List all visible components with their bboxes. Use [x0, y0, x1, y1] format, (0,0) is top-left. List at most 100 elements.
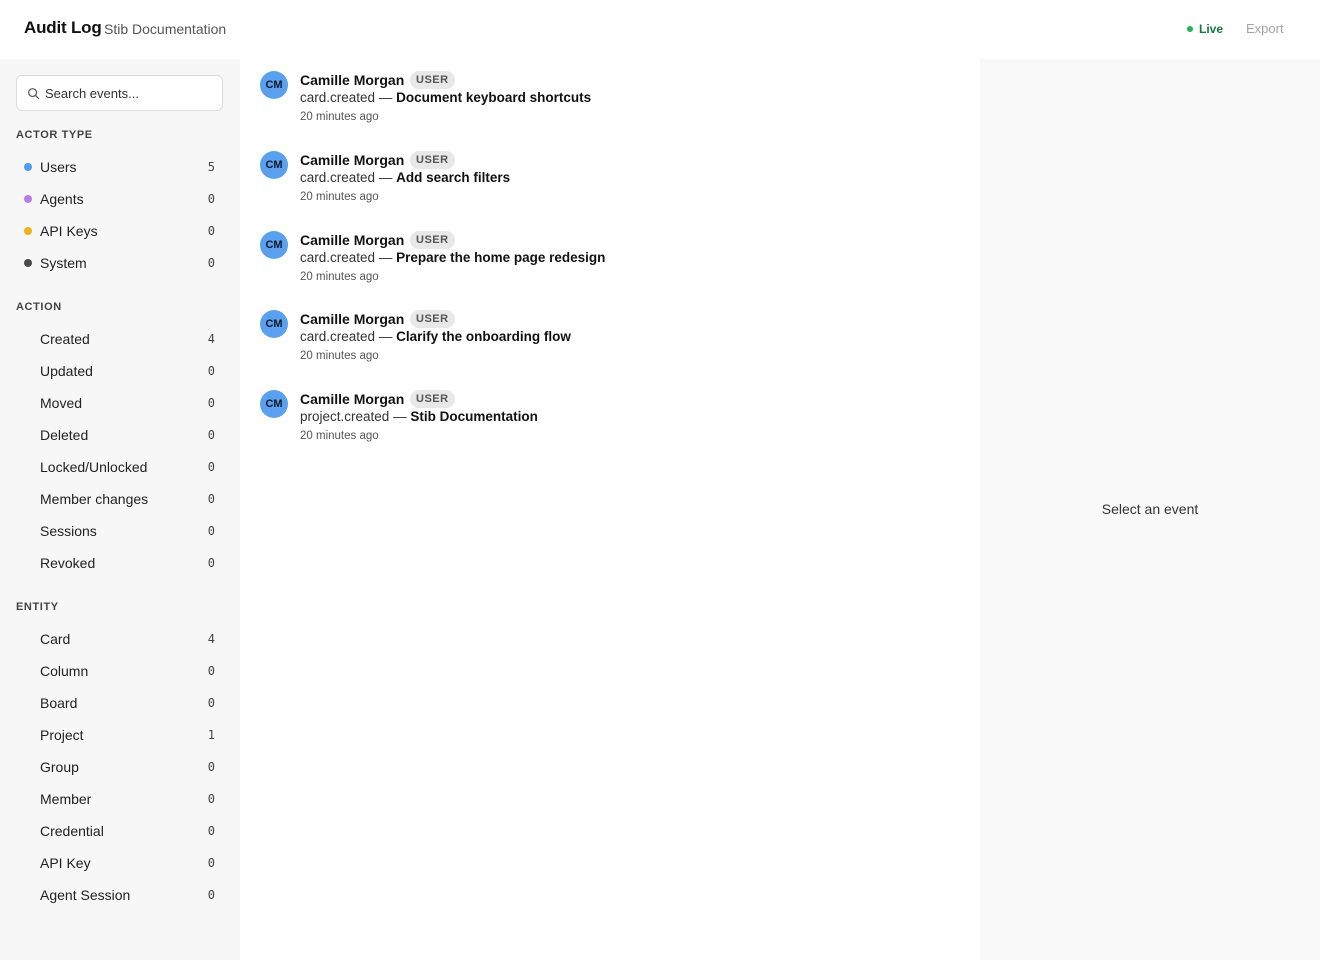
empty-state-text: Select an event	[1101, 501, 1199, 517]
search-input[interactable]	[45, 77, 215, 109]
filter-item-count: 0	[207, 460, 215, 474]
search-box[interactable]	[16, 75, 223, 111]
export-button[interactable]: Export	[1246, 21, 1284, 36]
filter-item-count: 0	[207, 696, 215, 710]
color-dot-icon	[24, 163, 32, 171]
filter-item-label: Deleted	[40, 427, 89, 443]
event-row[interactable]: CM Camille Morgan USER project.created — St…	[240, 378, 980, 458]
live-dot-icon	[1187, 26, 1193, 32]
filter-item-created[interactable]: Created 4	[16, 325, 223, 353]
event-action: card.created	[300, 329, 376, 345]
app-header: Audit Log Stib Documentation Live Export	[0, 0, 1320, 59]
page-title: Audit Log	[24, 18, 102, 37]
actor-type-badge: USER	[410, 390, 455, 408]
filter-item-moved[interactable]: Moved 0	[16, 389, 223, 417]
actor-name: Camille Morgan	[300, 151, 405, 168]
filter-item-count: 0	[207, 856, 215, 870]
filter-item-count: 0	[207, 256, 215, 270]
event-description: card.created — Document keyboard shortcu…	[300, 90, 591, 105]
filter-item-label: Card	[40, 631, 71, 647]
filter-item-count: 0	[207, 192, 215, 206]
event-timestamp: 20 minutes ago	[300, 430, 379, 442]
event-description: card.created — Clarify the onboarding fl…	[300, 329, 571, 344]
color-dot-icon	[24, 195, 32, 203]
event-separator: —	[378, 329, 393, 345]
actor-name: Camille Morgan	[300, 391, 405, 407]
event-target: Clarify the onboarding flow	[396, 329, 571, 345]
filter-item-api-keys[interactable]: API Keys 0	[16, 217, 223, 245]
filter-item-revoked[interactable]: Revoked 0	[16, 549, 223, 577]
filter-item-count: 0	[207, 792, 215, 806]
avatar: CM	[260, 150, 288, 179]
event-row[interactable]: CM Camille Morgan USER card.created — Docum…	[240, 59, 980, 139]
filter-item-deleted[interactable]: Deleted 0	[16, 421, 223, 449]
filter-item-column[interactable]: Column 0	[16, 657, 223, 685]
event-action: project.created	[300, 409, 390, 424]
filter-item-count: 0	[207, 524, 215, 538]
event-action: card.created	[300, 90, 376, 105]
filter-item-label: Users	[40, 159, 77, 175]
actor-type-badge: USER	[410, 150, 455, 169]
actor-type-badge: USER	[410, 71, 455, 89]
filter-item-count: 0	[207, 824, 215, 838]
filter-item-group[interactable]: Group 0	[16, 753, 223, 781]
filter-item-agent-session[interactable]: Agent Session 0	[16, 881, 223, 909]
event-target: Document keyboard shortcuts	[396, 90, 592, 105]
event-description: card.created — Prepare the home page red…	[300, 250, 605, 265]
actor-type-badge: USER	[410, 230, 455, 249]
filter-item-count: 1	[207, 728, 215, 742]
filter-item-agents[interactable]: Agents 0	[16, 185, 223, 213]
event-separator: —	[378, 169, 393, 185]
filter-item-label: Member changes	[40, 491, 149, 507]
event-action: card.created	[300, 169, 376, 185]
filter-item-member-changes[interactable]: Member changes 0	[16, 485, 223, 513]
event-description: project.created — Stib Documentation	[300, 409, 538, 424]
filter-item-label: Agents	[40, 191, 84, 207]
event-separator: —	[393, 409, 407, 424]
filter-item-users[interactable]: Users 5	[16, 153, 223, 181]
filter-item-count: 4	[207, 332, 215, 346]
color-dot-icon	[24, 227, 32, 235]
event-timestamp: 20 minutes ago	[300, 111, 379, 123]
filter-item-count: 5	[207, 160, 215, 174]
filter-item-count: 0	[207, 556, 215, 570]
actor-name: Camille Morgan	[300, 72, 405, 88]
filter-item-system[interactable]: System 0	[16, 249, 223, 277]
avatar: CM	[260, 71, 288, 99]
event-timestamp: 20 minutes ago	[300, 270, 379, 283]
event-target: Prepare the home page redesign	[396, 249, 606, 265]
filter-item-label: Updated	[40, 363, 93, 379]
filter-item-count: 0	[207, 760, 215, 774]
filter-item-label: API Keys	[40, 223, 98, 239]
event-row[interactable]: CM Camille Morgan USER card.created — Prepa…	[240, 219, 980, 299]
filter-sidebar: ACTOR TYPE Users 5 Agents 0 API Keys 0 System 0…	[0, 59, 240, 960]
filter-item-card[interactable]: Card 4	[16, 625, 223, 653]
avatar: CM	[260, 230, 288, 259]
filter-item-label: Group	[40, 759, 79, 775]
filter-item-label: API Key	[40, 855, 91, 871]
live-indicator: Live	[1187, 22, 1223, 36]
filter-item-updated[interactable]: Updated 0	[16, 357, 223, 385]
event-row[interactable]: CM Camille Morgan USER card.created — Clari…	[240, 298, 980, 378]
filter-item-credential[interactable]: Credential 0	[16, 817, 223, 845]
filter-item-count: 0	[207, 364, 215, 378]
search-icon	[28, 88, 40, 100]
filter-item-api-key[interactable]: API Key 0	[16, 849, 223, 877]
filter-item-project[interactable]: Project 1	[16, 721, 223, 749]
color-dot-icon	[24, 259, 32, 267]
live-label: Live	[1199, 22, 1224, 36]
event-target: Add search filters	[396, 169, 511, 185]
event-row[interactable]: CM Camille Morgan USER card.created — Add s…	[240, 139, 980, 219]
filter-item-sessions[interactable]: Sessions 0	[16, 517, 223, 545]
filter-item-board[interactable]: Board 0	[16, 689, 223, 717]
filter-item-label: Sessions	[40, 523, 97, 539]
filter-item-member[interactable]: Member 0	[16, 785, 223, 813]
event-timestamp: 20 minutes ago	[300, 190, 379, 203]
filter-item-count: 0	[207, 396, 215, 410]
section-title-actor-type: ACTOR TYPE	[16, 129, 93, 141]
avatar: CM	[260, 310, 288, 339]
filter-item-label: Agent Session	[40, 887, 131, 903]
filter-item-label: Column	[40, 663, 89, 679]
filter-item-locked-unlocked[interactable]: Locked/Unlocked 0	[16, 453, 223, 481]
section-title-action: ACTION	[16, 301, 62, 313]
